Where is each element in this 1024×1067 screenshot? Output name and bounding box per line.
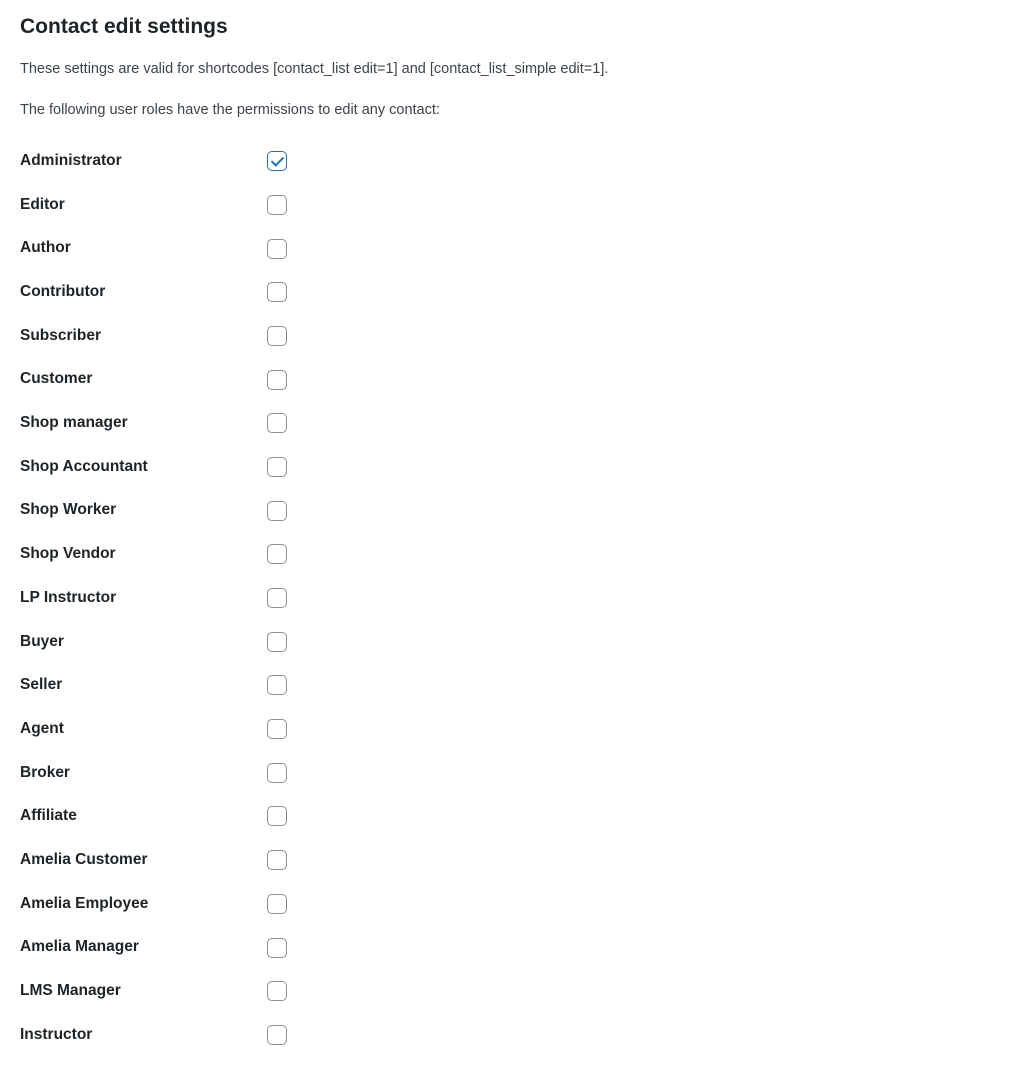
role-checkbox[interactable] <box>267 588 287 608</box>
role-checkbox[interactable] <box>267 719 287 739</box>
role-checkbox[interactable] <box>267 763 287 783</box>
role-checkbox[interactable] <box>267 501 287 521</box>
role-checkbox[interactable] <box>267 938 287 958</box>
role-checkbox-wrap <box>267 413 287 433</box>
role-row: Contributor <box>20 281 1004 303</box>
role-checkbox[interactable] <box>267 370 287 390</box>
role-checkbox[interactable] <box>267 544 287 564</box>
role-label: Contributor <box>20 281 267 303</box>
role-row: Instructor <box>20 1024 1004 1046</box>
role-checkbox[interactable] <box>267 981 287 1001</box>
roles-table: Administrator Editor Author Contributor Subs… <box>20 150 1004 1045</box>
role-row: Shop Accountant <box>20 456 1004 478</box>
role-row: Subscriber <box>20 325 1004 347</box>
role-row: Agent <box>20 718 1004 740</box>
role-row: LMS Manager <box>20 980 1004 1002</box>
role-checkbox-wrap <box>267 369 287 389</box>
role-checkbox[interactable] <box>267 413 287 433</box>
role-checkbox-wrap <box>267 806 287 826</box>
role-row: Broker <box>20 762 1004 784</box>
role-label: Affiliate <box>20 805 267 827</box>
role-label: Editor <box>20 194 267 216</box>
role-label: Seller <box>20 674 267 696</box>
role-label: Amelia Manager <box>20 936 267 958</box>
role-row: Amelia Manager <box>20 936 1004 958</box>
role-checkbox-wrap <box>267 282 287 302</box>
role-checkbox-wrap <box>267 719 287 739</box>
role-checkbox-wrap <box>267 195 287 215</box>
role-checkbox-wrap <box>267 762 287 782</box>
section-heading: Contact edit settings <box>20 12 1004 41</box>
role-label: Customer <box>20 368 267 390</box>
role-row: Customer <box>20 368 1004 390</box>
role-checkbox[interactable] <box>267 806 287 826</box>
role-row: Shop Vendor <box>20 543 1004 565</box>
role-row: Editor <box>20 194 1004 216</box>
role-checkbox[interactable] <box>267 894 287 914</box>
role-label: Author <box>20 237 267 259</box>
role-checkbox-wrap <box>267 850 287 870</box>
role-label: Administrator <box>20 150 267 172</box>
role-checkbox[interactable] <box>267 457 287 477</box>
roles-permissions-note: The following user roles have the permis… <box>20 100 1004 120</box>
role-checkbox-wrap <box>267 937 287 957</box>
role-checkbox[interactable] <box>267 675 287 695</box>
role-checkbox[interactable] <box>267 850 287 870</box>
role-row: Affiliate <box>20 805 1004 827</box>
role-checkbox-wrap <box>267 457 287 477</box>
role-checkbox-wrap <box>267 588 287 608</box>
role-checkbox-wrap <box>267 544 287 564</box>
role-label: Agent <box>20 718 267 740</box>
role-label: Shop manager <box>20 412 267 434</box>
role-checkbox[interactable] <box>267 282 287 302</box>
role-checkbox-wrap <box>267 326 287 346</box>
role-row: Seller <box>20 674 1004 696</box>
role-checkbox[interactable] <box>267 195 287 215</box>
role-row: Amelia Employee <box>20 893 1004 915</box>
role-label: LP Instructor <box>20 587 267 609</box>
role-checkbox-wrap <box>267 1025 287 1045</box>
role-row: Author <box>20 237 1004 259</box>
role-checkbox-wrap <box>267 631 287 651</box>
role-row: Shop Worker <box>20 499 1004 521</box>
role-row: Shop manager <box>20 412 1004 434</box>
role-label: Shop Accountant <box>20 456 267 478</box>
role-label: Subscriber <box>20 325 267 347</box>
role-checkbox-wrap <box>267 894 287 914</box>
role-label: Amelia Employee <box>20 893 267 915</box>
role-checkbox-wrap <box>267 238 287 258</box>
role-checkbox-wrap <box>267 500 287 520</box>
role-label: Shop Vendor <box>20 543 267 565</box>
role-row: Buyer <box>20 631 1004 653</box>
role-label: LMS Manager <box>20 980 267 1002</box>
role-checkbox-wrap <box>267 981 287 1001</box>
role-checkbox[interactable] <box>267 632 287 652</box>
role-row: LP Instructor <box>20 587 1004 609</box>
role-label: Instructor <box>20 1024 267 1046</box>
role-checkbox[interactable] <box>267 326 287 346</box>
role-label: Shop Worker <box>20 499 267 521</box>
role-checkbox[interactable] <box>267 1025 287 1045</box>
role-label: Amelia Customer <box>20 849 267 871</box>
role-checkbox-wrap <box>267 675 287 695</box>
role-label: Broker <box>20 762 267 784</box>
role-row: Administrator <box>20 150 1004 172</box>
role-checkbox[interactable] <box>267 239 287 259</box>
settings-description: These settings are valid for shortcodes … <box>20 59 1004 79</box>
role-row: Amelia Customer <box>20 849 1004 871</box>
role-checkbox[interactable] <box>267 151 287 171</box>
role-label: Buyer <box>20 631 267 653</box>
role-checkbox-wrap <box>267 151 287 171</box>
